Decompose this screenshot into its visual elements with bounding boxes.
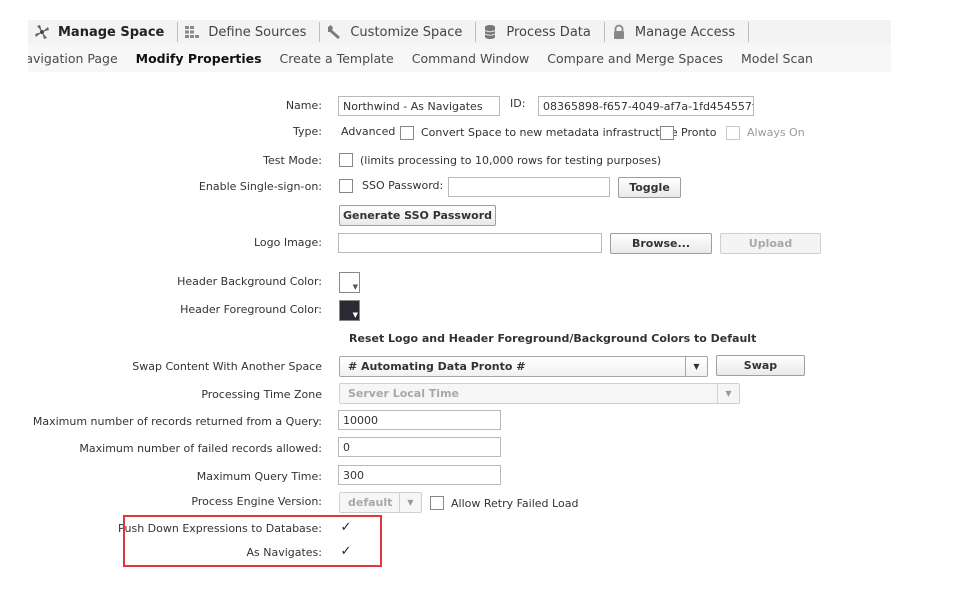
tab-label: Define Sources (208, 24, 307, 40)
max-failed-input[interactable]: 0 (338, 437, 501, 457)
subnav-modify-properties[interactable]: Modify Properties (136, 51, 262, 66)
highlight-box (123, 515, 382, 567)
convert-space-checkbox[interactable] (400, 126, 414, 140)
allow-retry-checkbox[interactable] (430, 496, 444, 510)
type-label: Type: (293, 125, 322, 138)
logo-label: Logo Image: (253, 236, 322, 249)
test-mode-note: (limits processing to 10,000 rows for te… (360, 154, 662, 167)
test-mode-checkbox[interactable] (339, 153, 353, 167)
generate-sso-button[interactable]: Generate SSO Password (339, 205, 496, 226)
max-failed-label: Maximum number of failed records allowed… (79, 442, 322, 455)
swap-label: Swap Content With Another Space (132, 360, 322, 373)
subnav-command-window[interactable]: Command Window (412, 51, 530, 66)
subnav-navigation-page[interactable]: Navigation Page (28, 51, 118, 66)
max-records-input[interactable]: 10000 (338, 410, 501, 430)
subnav-model-scan[interactable]: Model Scan (741, 51, 813, 66)
subnav-compare-merge[interactable]: Compare and Merge Spaces (547, 51, 723, 66)
always-on-checkbox[interactable] (726, 126, 740, 140)
browse-button[interactable]: Browse... (610, 233, 712, 254)
subnav-create-template[interactable]: Create a Template (280, 51, 394, 66)
upload-button[interactable]: Upload (720, 233, 821, 254)
wrench-icon (326, 24, 342, 40)
sso-password-label: SSO Password: (362, 179, 444, 192)
lock-icon (611, 24, 627, 40)
name-input[interactable]: Northwind - As Navigates (338, 96, 500, 116)
sso-label: Enable Single-sign-on: (198, 180, 322, 193)
name-label: Name: (285, 99, 322, 112)
max-records-label: Maximum number of records returned from … (32, 415, 322, 428)
allow-retry-label: Allow Retry Failed Load (451, 497, 579, 510)
main-tab-bar: Manage Space Define Sources Customize Sp… (28, 20, 891, 44)
max-query-time-label: Maximum Query Time: (196, 470, 322, 483)
sso-checkbox[interactable] (339, 179, 353, 193)
id-label: ID: (510, 97, 526, 110)
test-mode-label: Test Mode: (263, 154, 322, 167)
swap-space-select[interactable]: # Automating Data Pronto # ▼ (339, 356, 708, 377)
tab-define-sources[interactable]: Define Sources (178, 20, 321, 44)
header-fg-label: Header Foreground Color: (180, 303, 322, 316)
header-bg-label: Header Background Color: (177, 275, 322, 288)
chevron-down-icon: ▼ (399, 493, 421, 512)
id-field[interactable]: 08365898-f657-4049-af7a-1fd454557f95 (538, 96, 754, 116)
always-on-label: Always On (747, 126, 805, 139)
timezone-label: Processing Time Zone (201, 388, 322, 401)
swap-select-value: # Automating Data Pronto # (348, 360, 526, 373)
tab-label: Manage Access (634, 24, 736, 40)
convert-space-label: Convert Space to new metadata infrastruc… (421, 126, 678, 139)
tab-customize-space[interactable]: Customize Space (320, 20, 477, 44)
flower-icon (34, 24, 50, 40)
sso-password-input[interactable] (448, 177, 610, 197)
engine-label: Process Engine Version: (191, 495, 322, 508)
max-query-time-input[interactable]: 300 (338, 465, 501, 485)
tab-label: Process Data (506, 24, 591, 40)
engine-value: default (348, 496, 393, 509)
database-icon (482, 24, 498, 40)
header-fg-color-picker[interactable]: ▼ (339, 300, 360, 321)
tab-manage-access[interactable]: Manage Access (605, 20, 750, 44)
tab-manage-space[interactable]: Manage Space (28, 20, 179, 44)
timezone-select[interactable]: Server Local Time ▼ (339, 383, 740, 404)
pronto-checkbox[interactable] (660, 126, 674, 140)
tab-label: Manage Space (58, 24, 165, 40)
tab-label: Customize Space (350, 24, 463, 40)
pronto-label: Pronto (681, 126, 717, 139)
grid-icon (184, 24, 200, 40)
engine-version-select[interactable]: default ▼ (339, 492, 422, 513)
timezone-value: Server Local Time (348, 387, 459, 400)
tab-process-data[interactable]: Process Data (476, 20, 605, 44)
sub-navigation: Navigation Page Modify Properties Create… (28, 44, 891, 72)
logo-path-input[interactable] (338, 233, 602, 253)
type-value: Advanced (341, 125, 396, 138)
header-bg-color-picker[interactable]: ▼ (339, 272, 360, 293)
reset-colors-link[interactable]: Reset Logo and Header Foreground/Backgro… (349, 332, 756, 345)
toggle-button[interactable]: Toggle (618, 177, 681, 198)
swap-button[interactable]: Swap (716, 355, 805, 376)
chevron-down-icon: ▼ (685, 357, 707, 376)
chevron-down-icon: ▼ (717, 384, 739, 403)
